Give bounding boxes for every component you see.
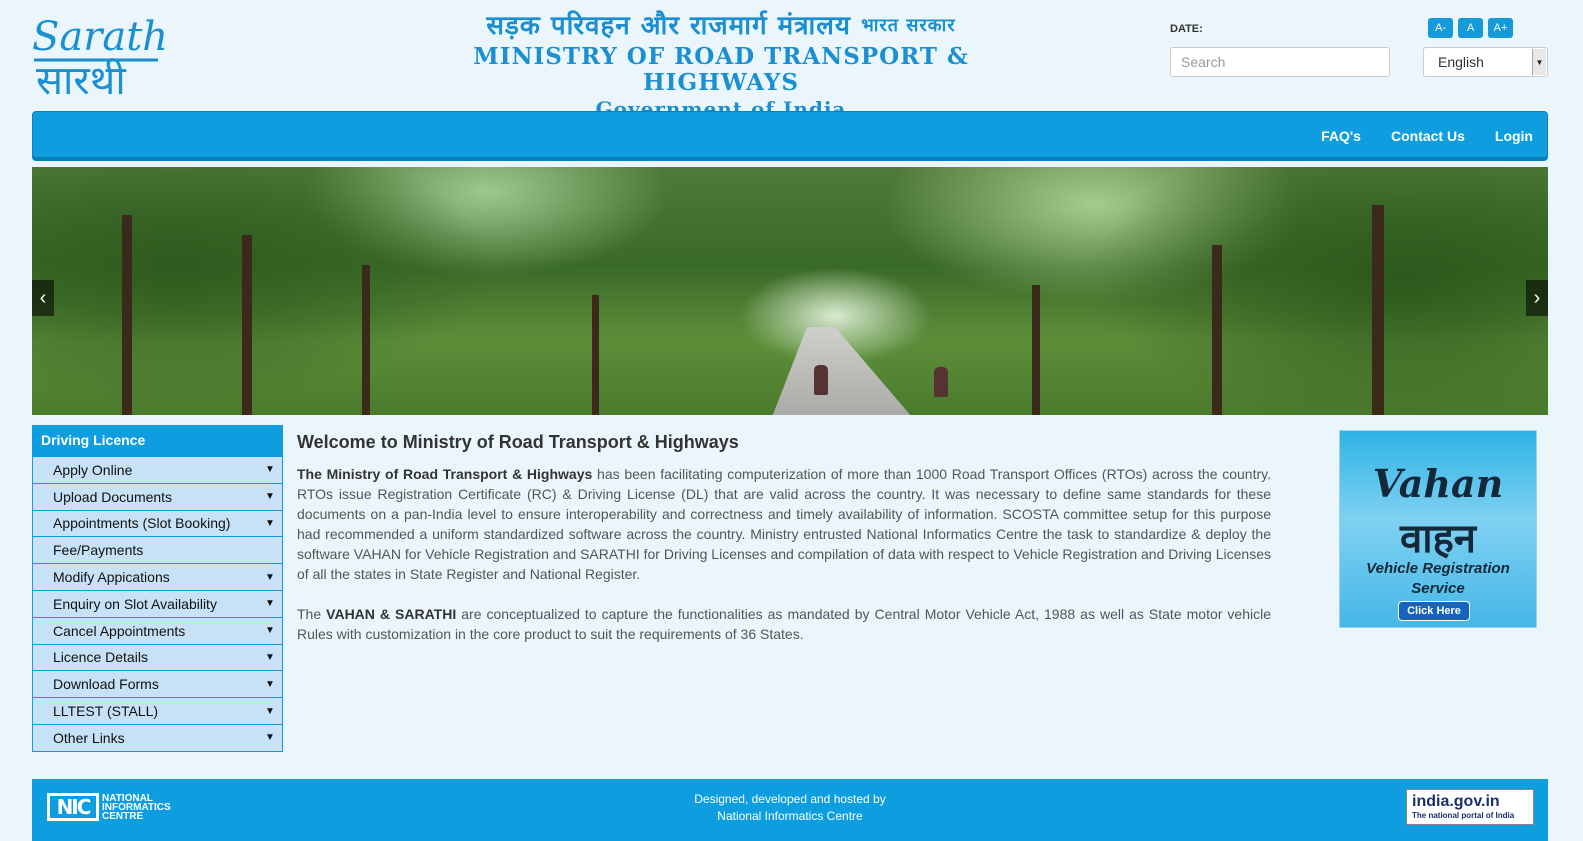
welcome-content: Welcome to Ministry of Road Transport & …	[297, 432, 1271, 664]
footer-designed-by: Designed, developed and hosted by	[694, 792, 886, 806]
footer: NIC NATIONAL INFORMATICS CENTRE Designed…	[32, 779, 1548, 841]
svg-text:सारथी: सारथी	[36, 58, 126, 100]
ministry-hindi: सड़क परिवहन और राजमार्ग मंत्रालय	[486, 11, 851, 41]
dropdown-arrow-icon[interactable]: ▼	[1532, 49, 1546, 75]
nav-contact-us[interactable]: Contact Us	[1391, 128, 1465, 144]
banner-image	[32, 167, 1548, 415]
footer-org: National Informatics Centre	[717, 809, 863, 823]
font-decrease-button[interactable]: A-	[1428, 18, 1453, 38]
nav-faqs[interactable]: FAQ's	[1321, 128, 1361, 144]
svg-text:Sarathi: Sarathi	[32, 14, 165, 60]
chevron-down-icon: ▼	[265, 598, 275, 610]
font-increase-button[interactable]: A+	[1488, 18, 1513, 38]
vahan-banner[interactable]: Vahan वाहन Vehicle Registration Service …	[1339, 430, 1537, 628]
sidebar-item-other-links[interactable]: Other Links ▼	[33, 723, 282, 751]
ministry-title: सड़क परिवहन और राजमार्ग मंत्रालय भारत सर…	[440, 8, 1002, 121]
carousel-prev-button[interactable]: ‹	[32, 280, 54, 316]
sidebar-item-licence-details[interactable]: Licence Details ▼	[33, 643, 282, 671]
sidebar-item-apply-online[interactable]: Apply Online ▼	[33, 456, 282, 483]
language-select[interactable]: English ▼	[1423, 47, 1548, 77]
intro-paragraph: The Ministry of Road Transport & Highway…	[297, 466, 1271, 582]
vahan-sarathi-paragraph: The VAHAN & SARATHI are conceptualized t…	[297, 606, 1272, 642]
sidebar-item-cancel-appointments[interactable]: Cancel Appointments ▼	[33, 616, 282, 644]
chevron-down-icon: ▼	[265, 491, 275, 503]
chevron-down-icon: ▼	[265, 464, 275, 476]
india-gov-logo[interactable]: india.gov.in The national portal of Indi…	[1406, 789, 1534, 825]
date-label: DATE:	[1170, 23, 1203, 35]
vahan-title: Vahan	[1372, 461, 1504, 506]
driving-licence-menu: Driving Licence Apply Online ▼ Upload Doc…	[32, 425, 283, 752]
sidebar-item-lltest-stall[interactable]: LLTEST (STALL) ▼	[33, 697, 282, 724]
main-navbar: FAQ's Contact Us Login	[32, 111, 1548, 161]
sidebar-item-appointments[interactable]: Appointments (Slot Booking) ▼	[33, 509, 282, 537]
chevron-down-icon: ▼	[265, 625, 275, 637]
vahan-subtitle: Vehicle Registration Service	[1366, 560, 1510, 597]
search-input[interactable]	[1170, 47, 1390, 77]
sidebar-item-download-forms[interactable]: Download Forms ▼	[33, 670, 282, 698]
click-here-button[interactable]: Click Here	[1398, 601, 1470, 621]
chevron-down-icon: ▼	[265, 732, 275, 744]
page-title: Welcome to Ministry of Road Transport & …	[297, 432, 739, 452]
language-value: English	[1438, 54, 1484, 70]
ministry-hindi-small: भारत सरकार	[861, 15, 956, 36]
chevron-down-icon: ▼	[265, 651, 275, 663]
nav-login[interactable]: Login	[1495, 128, 1533, 144]
vahan-title-hindi: वाहन	[1399, 515, 1477, 562]
sidebar-item-upload-documents[interactable]: Upload Documents ▼	[33, 482, 282, 510]
font-size-controls: A- A A+	[1428, 18, 1513, 38]
sidebar-item-fee-payments[interactable]: Fee/Payments	[33, 536, 282, 564]
chevron-down-icon: ▼	[265, 517, 275, 529]
sidebar-title: Driving Licence	[33, 426, 282, 456]
font-normal-button[interactable]: A	[1458, 18, 1483, 38]
sarathi-logo[interactable]: Sarathi सारथी	[30, 8, 181, 104]
chevron-down-icon: ▼	[265, 571, 275, 583]
chevron-down-icon: ▼	[265, 678, 275, 690]
carousel-next-button[interactable]: ›	[1526, 280, 1548, 316]
chevron-down-icon: ▼	[265, 705, 275, 717]
sidebar-item-enquiry-slot[interactable]: Enquiry on Slot Availability ▼	[33, 589, 282, 617]
sidebar-item-modify-applications[interactable]: Modify Appications ▼	[33, 563, 282, 590]
ministry-english: MINISTRY OF ROAD TRANSPORT & HIGHWAYS	[473, 43, 969, 96]
